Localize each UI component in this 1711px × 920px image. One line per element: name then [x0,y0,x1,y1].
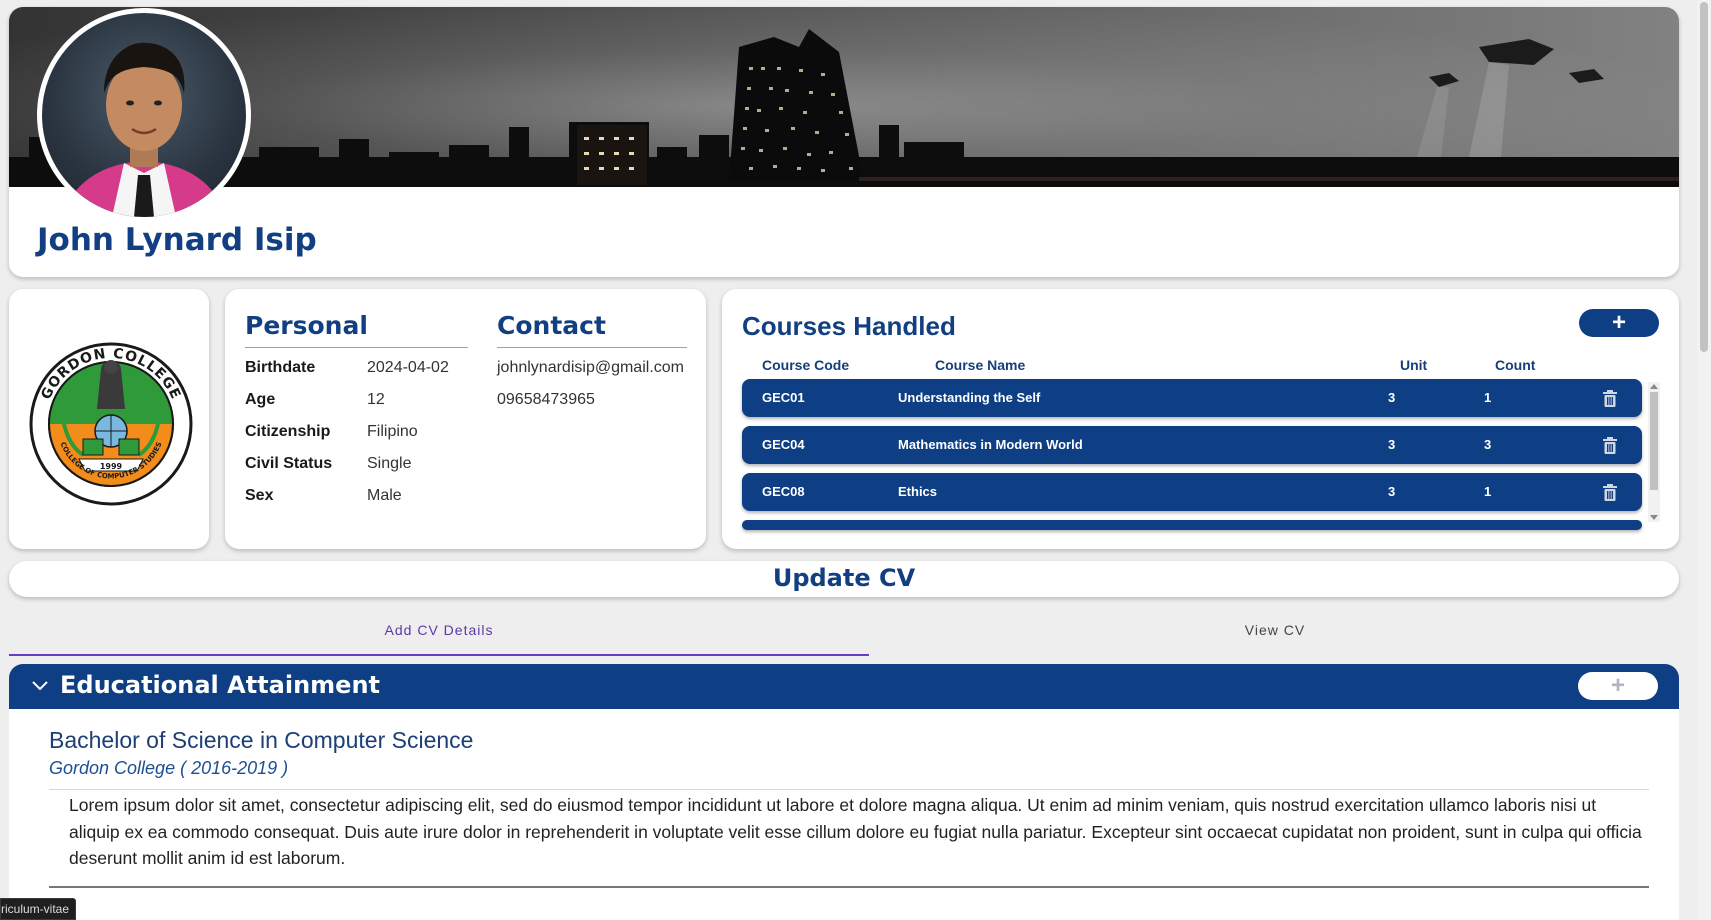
active-tab-indicator [9,654,869,656]
svg-text:1999: 1999 [100,462,123,471]
chevron-down-icon[interactable] [31,680,49,692]
tab-view-cv[interactable]: View CV [845,622,1705,638]
course-code-header: Course Code [762,357,850,373]
course-count: 3 [1484,437,1492,452]
educational-attainment-header[interactable]: Educational Attainment + [9,664,1679,709]
age-value: 12 [367,391,385,408]
education-description: Lorem ipsum dolor sit amet, consectetur … [69,795,1642,868]
contact-title-divider [497,347,687,348]
unit-header: Unit [1400,357,1428,373]
course-code: GEC01 [762,390,805,405]
profile-header-card: John Lynard Isip [9,7,1679,277]
course-code: GEC08 [762,484,805,499]
delete-course-trash-icon[interactable] [1602,437,1618,454]
plus-icon: + [1611,309,1626,336]
course-name: Ethics [898,484,938,499]
course-name-header: Course Name [935,357,1026,373]
course-unit: 3 [1388,390,1396,405]
profile-avatar [37,8,251,222]
delete-course-trash-icon[interactable] [1602,484,1618,501]
profile-name: John Lynard Isip [37,222,317,258]
delete-course-trash-icon[interactable] [1602,390,1618,407]
citizenship-label: Citizenship [245,423,331,440]
link-status-tooltip: riculum-vitae [0,898,77,920]
update-cv-title: Update CV [772,564,916,592]
personal-contact-card: Personal Birthdate 2024-04-02 Age 12 Cit… [225,289,706,549]
plus-icon: + [1610,672,1625,699]
school-and-years: Gordon College ( 2016-2019 ) [49,758,289,778]
age-label: Age [245,391,276,408]
course-count: 1 [1484,390,1492,405]
course-row[interactable]: GEC04 Mathematics in Modern World 3 3 [742,426,1642,464]
degree-title: Bachelor of Science in Computer Science [49,727,474,753]
courses-section-title: Courses Handled [742,311,956,341]
educational-attainment-panel: Educational Attainment + Bachelor of Sci… [9,664,1679,920]
contact-email: johnlynardisip@gmail.com [497,359,684,376]
course-row[interactable]: GEC01 Understanding the Self 3 1 [742,379,1642,417]
update-cv-bar: Update CV [9,561,1679,597]
contact-phone: 09658473965 [497,391,595,408]
courses-handled-card: Courses Handled + Course Code Course Nam… [722,289,1679,549]
count-header: Count [1495,357,1536,373]
course-name: Understanding the Self [898,390,1041,405]
course-row[interactable]: GEC08 Ethics 3 1 [742,473,1642,511]
civil-status-label: Civil Status [245,455,333,472]
course-code: GEC04 [762,437,805,452]
birthdate-label: Birthdate [245,359,316,376]
citizenship-value: Filipino [367,423,418,440]
courses-list-scrollbar[interactable] [1648,382,1660,522]
sex-label: Sex [245,487,274,504]
sex-value: Male [367,487,402,504]
gordon-college-logo: GORDON COLLEGE COLLEGE OF COMPUTER STUDI… [29,342,193,506]
page-scrollbar[interactable] [1697,0,1711,920]
college-logo-card: GORDON COLLEGE COLLEGE OF COMPUTER STUDI… [9,289,209,549]
civil-status-value: Single [367,455,412,472]
personal-title-divider [245,347,468,348]
course-row-partial[interactable] [742,520,1642,530]
course-unit: 3 [1388,437,1396,452]
add-course-button[interactable]: + [1579,309,1659,337]
educational-attainment-title: Educational Attainment [60,671,381,699]
course-unit: 3 [1388,484,1396,499]
tab-add-cv-details[interactable]: Add CV Details [9,622,869,638]
course-count: 1 [1484,484,1492,499]
contact-section-title: Contact [497,311,606,340]
course-name: Mathematics in Modern World [898,437,1083,452]
cover-banner-image [9,7,1679,187]
birthdate-value: 2024-04-02 [367,359,449,376]
add-education-button[interactable]: + [1578,672,1658,700]
education-divider [49,789,1649,790]
page-scrollbar-thumb[interactable] [1700,2,1708,352]
personal-section-title: Personal [245,311,368,340]
education-entry-bottom-rule [49,886,1649,888]
